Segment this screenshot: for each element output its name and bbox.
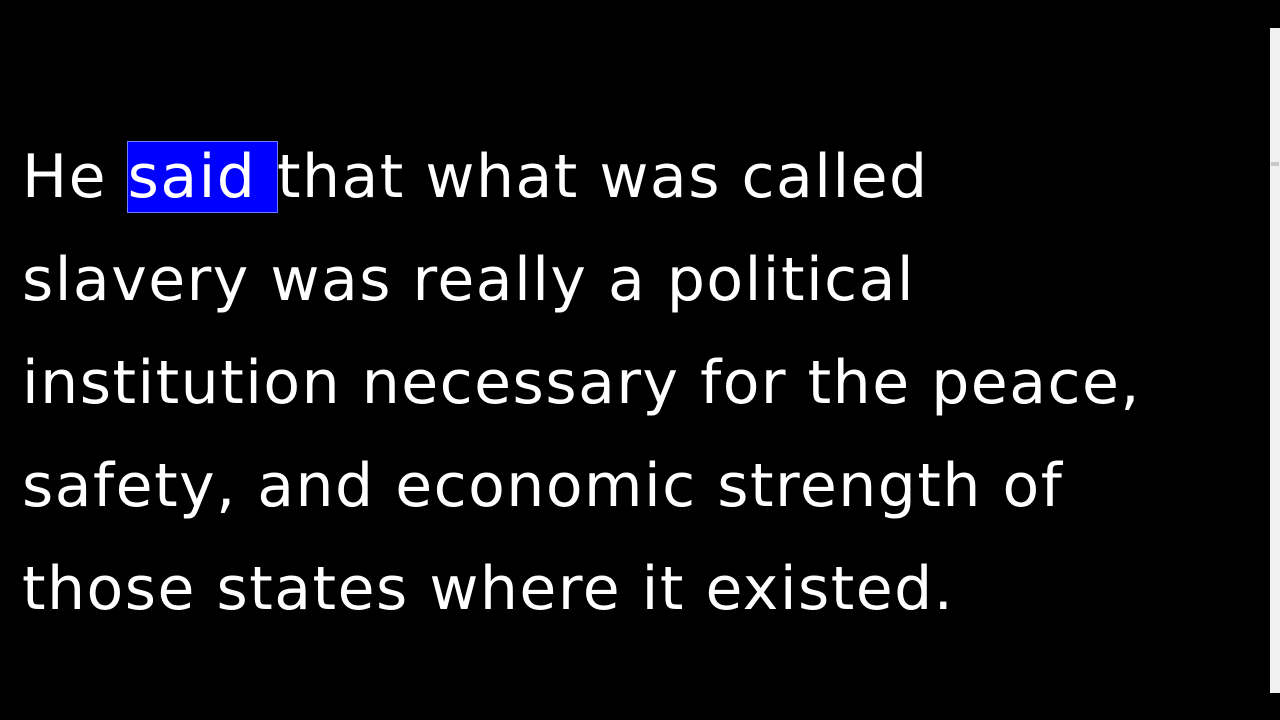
text-line-2: slavery was really a political: [22, 245, 916, 315]
scrollbar-thumb[interactable]: [1270, 28, 1280, 693]
text-line-3: institution necessary for the peace,: [22, 348, 1141, 418]
vertical-scrollbar[interactable]: [1270, 0, 1280, 720]
word-run: that what was called: [276, 142, 929, 212]
reading-passage: He said that what was called slavery was…: [22, 126, 1262, 641]
scrollbar-grip-icon: [1271, 162, 1279, 166]
word-run: He: [22, 142, 128, 212]
text-line-1: He said that what was called: [22, 126, 1262, 229]
highlighted-word[interactable]: said: [126, 141, 278, 213]
text-line-4: safety, and economic strength of: [22, 451, 1064, 521]
reader-window: He said that what was called slavery was…: [0, 0, 1280, 720]
text-line-5: those states where it existed.: [22, 554, 955, 624]
